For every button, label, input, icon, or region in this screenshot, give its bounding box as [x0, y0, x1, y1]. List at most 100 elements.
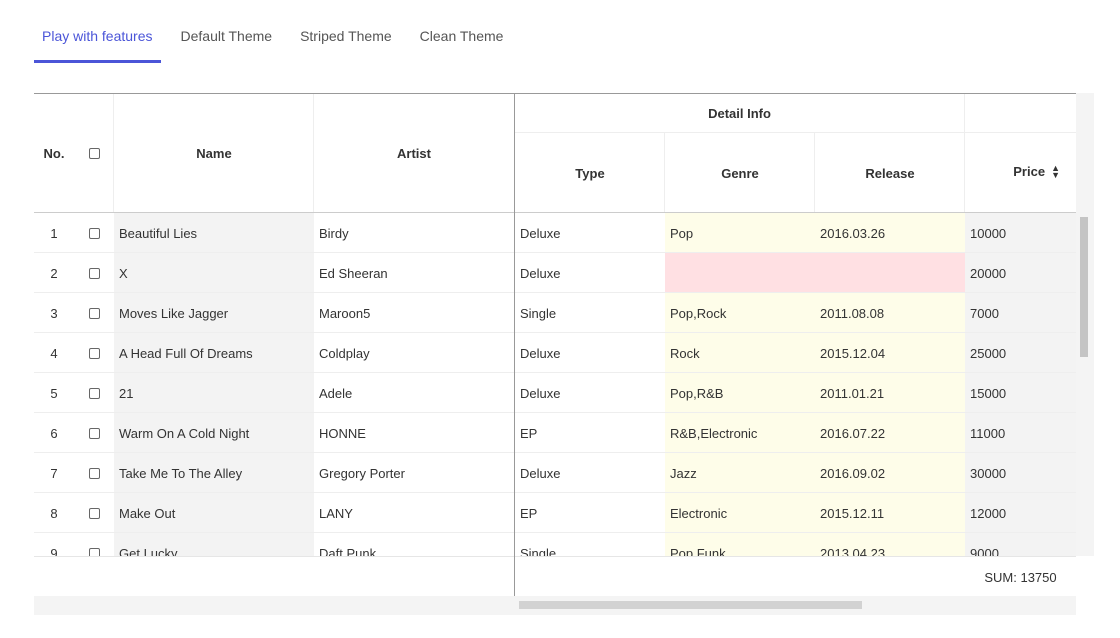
table-row[interactable]: 9 Get Lucky Daft Punk Single Pop,Funk 2013.04… — [34, 533, 1076, 556]
row-checkbox[interactable] — [88, 347, 100, 359]
cell-check[interactable] — [74, 413, 114, 453]
table-row[interactable]: 8 Make Out LANY EP Electronic 2015.12.11 12000 — [34, 493, 1076, 533]
cell-artist[interactable]: Daft Punk — [314, 533, 514, 556]
row-checkbox[interactable] — [88, 507, 100, 519]
cell-check[interactable] — [74, 493, 114, 533]
cell-artist[interactable]: HONNE — [314, 413, 514, 453]
cell-type[interactable]: EP — [515, 493, 665, 533]
cell-artist[interactable]: LANY — [314, 493, 514, 533]
tab-clean-theme[interactable]: Clean Theme — [412, 18, 512, 63]
tab-default-theme[interactable]: Default Theme — [173, 18, 281, 63]
cell-artist[interactable]: Maroon5 — [314, 293, 514, 333]
cell-release[interactable] — [815, 253, 965, 293]
table-row[interactable]: 2 X Ed Sheeran Deluxe 20000 — [34, 253, 1076, 293]
cell-name[interactable]: 21 — [114, 373, 314, 413]
cell-release[interactable]: 2015.12.11 — [815, 493, 965, 533]
cell-price[interactable]: 25000 — [965, 333, 1076, 373]
cell-release[interactable]: 2016.03.26 — [815, 213, 965, 253]
cell-artist[interactable]: Coldplay — [314, 333, 514, 373]
cell-check[interactable] — [74, 253, 114, 293]
sort-icon[interactable]: ▲ ▼ — [1051, 163, 1060, 179]
cell-no[interactable]: 3 — [34, 293, 74, 333]
cell-release[interactable]: 2011.08.08 — [815, 293, 965, 333]
table-row[interactable]: 7 Take Me To The Alley Gregory Porter Delux… — [34, 453, 1076, 493]
cell-name[interactable]: Make Out — [114, 493, 314, 533]
row-checkbox[interactable] — [88, 227, 100, 239]
cell-name[interactable]: Moves Like Jagger — [114, 293, 314, 333]
row-checkbox[interactable] — [88, 547, 100, 556]
cell-genre[interactable]: Pop,R&B — [665, 373, 815, 413]
cell-name[interactable]: A Head Full Of Dreams — [114, 333, 314, 373]
header-select-all[interactable] — [74, 94, 114, 213]
cell-genre[interactable]: Pop — [665, 213, 815, 253]
row-checkbox[interactable] — [88, 307, 100, 319]
table-row[interactable]: 5 21 Adele Deluxe Pop,R&B 2011.01.21 15000 — [34, 373, 1076, 413]
cell-genre[interactable]: Pop,Funk — [665, 533, 815, 556]
cell-type[interactable]: EP — [515, 413, 665, 453]
cell-price[interactable]: 20000 — [965, 253, 1076, 293]
cell-genre[interactable] — [665, 253, 815, 293]
cell-genre[interactable]: Jazz — [665, 453, 815, 493]
header-no[interactable]: No. — [34, 94, 74, 213]
cell-genre[interactable]: Rock — [665, 333, 815, 373]
horizontal-scrollbar-thumb[interactable] — [519, 601, 862, 609]
cell-artist[interactable]: Gregory Porter — [314, 453, 514, 493]
header-artist[interactable]: Artist — [314, 94, 514, 213]
row-checkbox[interactable] — [88, 387, 100, 399]
header-type[interactable]: Type — [515, 133, 665, 213]
cell-no[interactable]: 5 — [34, 373, 74, 413]
cell-name[interactable]: X — [114, 253, 314, 293]
tab-striped-theme[interactable]: Striped Theme — [292, 18, 400, 63]
cell-check[interactable] — [74, 453, 114, 493]
table-row[interactable]: 4 A Head Full Of Dreams Coldplay Deluxe Rock… — [34, 333, 1076, 373]
table-row[interactable]: 1 Beautiful Lies Birdy Deluxe Pop 2016.03.26 1… — [34, 213, 1076, 253]
cell-release[interactable]: 2013.04.23 — [815, 533, 965, 556]
cell-genre[interactable]: Pop,Rock — [665, 293, 815, 333]
row-checkbox[interactable] — [88, 427, 100, 439]
cell-type[interactable]: Deluxe — [515, 373, 665, 413]
table-row[interactable]: 6 Warm On A Cold Night HONNE EP R&B,Electron… — [34, 413, 1076, 453]
cell-check[interactable] — [74, 333, 114, 373]
cell-price[interactable]: 30000 — [965, 453, 1076, 493]
cell-price[interactable]: 10000 — [965, 213, 1076, 253]
cell-release[interactable]: 2015.12.04 — [815, 333, 965, 373]
row-checkbox[interactable] — [88, 467, 100, 479]
cell-no[interactable]: 7 — [34, 453, 74, 493]
table-row[interactable]: 3 Moves Like Jagger Maroon5 Single Pop,Rock 2… — [34, 293, 1076, 333]
cell-name[interactable]: Beautiful Lies — [114, 213, 314, 253]
vertical-scrollbar-thumb[interactable] — [1080, 217, 1088, 357]
cell-price[interactable]: 9000 — [965, 533, 1076, 556]
cell-no[interactable]: 9 — [34, 533, 74, 556]
header-name[interactable]: Name — [114, 94, 314, 213]
cell-no[interactable]: 8 — [34, 493, 74, 533]
cell-no[interactable]: 6 — [34, 413, 74, 453]
cell-type[interactable]: Single — [515, 293, 665, 333]
cell-check[interactable] — [74, 293, 114, 333]
cell-type[interactable]: Deluxe — [515, 333, 665, 373]
cell-check[interactable] — [74, 533, 114, 556]
cell-check[interactable] — [74, 373, 114, 413]
cell-price[interactable]: 7000 — [965, 293, 1076, 333]
cell-artist[interactable]: Birdy — [314, 213, 514, 253]
cell-artist[interactable]: Adele — [314, 373, 514, 413]
cell-check[interactable] — [74, 213, 114, 253]
cell-type[interactable]: Deluxe — [515, 213, 665, 253]
cell-type[interactable]: Single — [515, 533, 665, 556]
cell-name[interactable]: Get Lucky — [114, 533, 314, 556]
row-checkbox[interactable] — [88, 267, 100, 279]
cell-price[interactable]: 11000 — [965, 413, 1076, 453]
cell-type[interactable]: Deluxe — [515, 453, 665, 493]
cell-no[interactable]: 1 — [34, 213, 74, 253]
cell-release[interactable]: 2011.01.21 — [815, 373, 965, 413]
cell-genre[interactable]: Electronic — [665, 493, 815, 533]
cell-artist[interactable]: Ed Sheeran — [314, 253, 514, 293]
cell-name[interactable]: Take Me To The Alley — [114, 453, 314, 493]
header-price[interactable]: Price ▲ ▼ — [965, 94, 1076, 213]
cell-price[interactable]: 12000 — [965, 493, 1076, 533]
cell-release[interactable]: 2016.07.22 — [815, 413, 965, 453]
select-all-checkbox[interactable] — [88, 148, 100, 159]
cell-type[interactable]: Deluxe — [515, 253, 665, 293]
header-genre[interactable]: Genre — [665, 133, 815, 213]
header-release[interactable]: Release — [815, 133, 965, 213]
cell-release[interactable]: 2016.09.02 — [815, 453, 965, 493]
